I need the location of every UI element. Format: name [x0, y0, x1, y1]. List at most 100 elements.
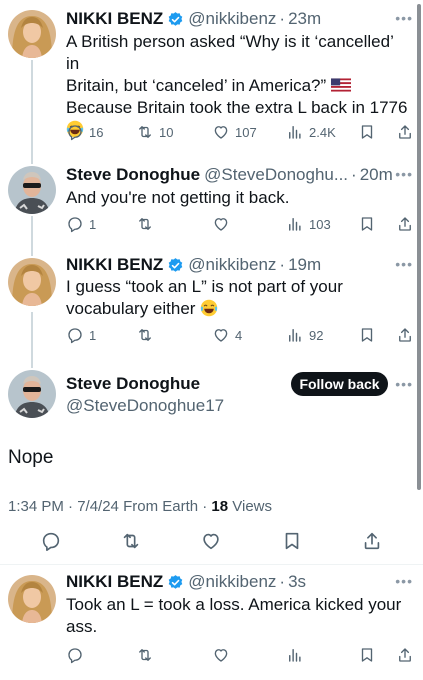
retweet-count: 10 — [159, 124, 174, 140]
more-icon[interactable]: ••• — [395, 10, 413, 26]
action-bar: 1 103 — [66, 214, 418, 234]
views-count: 103 — [309, 216, 331, 232]
share-button[interactable] — [396, 122, 419, 142]
tweet-text-line: Because Britain took the extra L back in… — [66, 98, 408, 117]
like-icon — [212, 123, 230, 141]
reply-icon — [66, 215, 84, 233]
retweet-button[interactable]: 10 — [136, 122, 173, 142]
bookmark-button[interactable] — [358, 214, 381, 234]
retweet-icon — [136, 326, 154, 344]
avatar[interactable] — [8, 166, 56, 214]
tweet-text-line: vocabulary either — [66, 298, 411, 320]
author-handle[interactable]: @nikkibenz — [188, 572, 276, 592]
action-bar: 16 10 107 2.4K — [66, 122, 418, 142]
action-bar — [66, 645, 418, 665]
author-name[interactable]: NIKKI BENZ — [66, 572, 163, 592]
more-icon[interactable]: ••• — [395, 256, 413, 272]
tweet-text-line: ass. — [66, 617, 98, 636]
avatar[interactable] — [8, 10, 56, 58]
author-handle[interactable]: @nikkibenz — [188, 9, 276, 29]
views-button[interactable] — [286, 645, 309, 665]
reply-count: 1 — [89, 216, 97, 232]
verified-icon — [167, 574, 184, 591]
author-name[interactable]: Steve Donoghue — [66, 374, 224, 394]
reply-icon[interactable] — [40, 530, 62, 552]
tweet[interactable]: NIKKI BENZ @nikkibenz · 3s ••• Took an L… — [0, 565, 423, 680]
like-count: 4 — [235, 327, 243, 343]
share-icon — [396, 123, 414, 141]
tweet-text-segment: Britain, but ‘canceled’ in America?” — [66, 76, 327, 95]
more-icon[interactable]: ••• — [395, 166, 413, 182]
like-button[interactable]: 4 — [212, 325, 242, 345]
views-button[interactable]: 92 — [286, 325, 323, 345]
bookmark-icon — [358, 123, 376, 141]
tweet[interactable]: NIKKI BENZ @nikkibenz · 23m ••• A Britis… — [0, 0, 423, 160]
tweet-time[interactable]: 20m — [360, 165, 393, 185]
share-button[interactable] — [396, 214, 419, 234]
verified-icon — [167, 257, 184, 274]
tweet-time[interactable]: 3s — [288, 572, 306, 592]
tweet[interactable]: NIKKI BENZ @nikkibenz · 19m ••• I guess … — [0, 252, 423, 362]
author-handle[interactable]: @SteveDonoghu... — [204, 165, 348, 185]
retweet-button[interactable] — [136, 325, 159, 345]
retweet-icon[interactable] — [120, 530, 142, 552]
bookmark-icon[interactable] — [281, 530, 303, 552]
follow-back-button[interactable]: Follow back — [291, 372, 388, 396]
tweet-text-line: A British person asked “Why is it ‘cance… — [66, 32, 394, 73]
retweet-icon — [136, 646, 154, 664]
avatar[interactable] — [8, 370, 56, 418]
reply-button[interactable] — [66, 645, 89, 665]
tweet-text: And you're not getting it back. — [66, 187, 411, 209]
tweet-text-segment: vocabulary either — [66, 299, 196, 318]
tweet-text: Took an L = took a loss. America kicked … — [66, 594, 411, 638]
views-icon — [286, 326, 304, 344]
main-tweet-text: Nope — [8, 447, 54, 468]
views-count: 2.4K — [309, 124, 336, 140]
like-button[interactable] — [212, 645, 235, 665]
reply-button[interactable]: 16 — [66, 122, 103, 142]
reply-button[interactable]: 1 — [66, 325, 96, 345]
share-icon[interactable] — [361, 530, 383, 552]
tweet-text-line: Britain, but ‘canceled’ in America?” — [66, 75, 411, 97]
tweet-text: I guess “took an L” is not part of your … — [66, 276, 411, 320]
us-flag-emoji — [331, 78, 351, 92]
bookmark-icon — [358, 215, 376, 233]
views-icon — [286, 123, 304, 141]
like-icon[interactable] — [200, 530, 222, 552]
author-name[interactable]: NIKKI BENZ — [66, 255, 163, 275]
bookmark-button[interactable] — [358, 122, 381, 142]
retweet-button[interactable] — [136, 645, 159, 665]
share-icon — [396, 215, 414, 233]
share-button[interactable] — [396, 645, 419, 665]
avatar[interactable] — [8, 258, 56, 306]
like-icon — [212, 646, 230, 664]
views-count: 92 — [309, 327, 324, 343]
author-name[interactable]: NIKKI BENZ — [66, 9, 163, 29]
like-button[interactable] — [212, 214, 235, 234]
bookmark-button[interactable] — [358, 325, 381, 345]
bookmark-button[interactable] — [358, 645, 381, 665]
more-icon[interactable]: ••• — [395, 573, 413, 589]
bookmark-icon — [358, 326, 376, 344]
views-count: 18 — [211, 498, 229, 515]
tweet-time[interactable]: 19m — [288, 255, 321, 275]
like-button[interactable]: 107 — [212, 122, 257, 142]
bookmark-icon — [358, 646, 376, 664]
tweet-timestamp[interactable]: 1:34 PM · 7/4/24 From Earth · — [8, 498, 211, 515]
views-button[interactable]: 103 — [286, 214, 331, 234]
retweet-button[interactable] — [136, 214, 159, 234]
tweet-time[interactable]: 23m — [288, 9, 321, 29]
reply-button[interactable]: 1 — [66, 214, 96, 234]
more-icon[interactable]: ••• — [395, 376, 413, 392]
tweet[interactable]: Steve Donoghue @SteveDonoghu... · 20m ••… — [0, 160, 423, 252]
author-handle[interactable]: @SteveDonoghue17 — [66, 396, 224, 416]
tweet-meta: 1:34 PM · 7/4/24 From Earth · 18 Views — [8, 498, 272, 515]
share-icon — [396, 646, 414, 664]
avatar[interactable] — [8, 575, 56, 623]
author-handle[interactable]: @nikkibenz — [188, 255, 276, 275]
views-button[interactable]: 2.4K — [286, 122, 336, 142]
share-button[interactable] — [396, 325, 419, 345]
author-name[interactable]: Steve Donoghue — [66, 165, 200, 185]
tweet-text-line: I guess “took an L” is not part of your — [66, 277, 343, 296]
separator-dot: · — [279, 572, 286, 591]
